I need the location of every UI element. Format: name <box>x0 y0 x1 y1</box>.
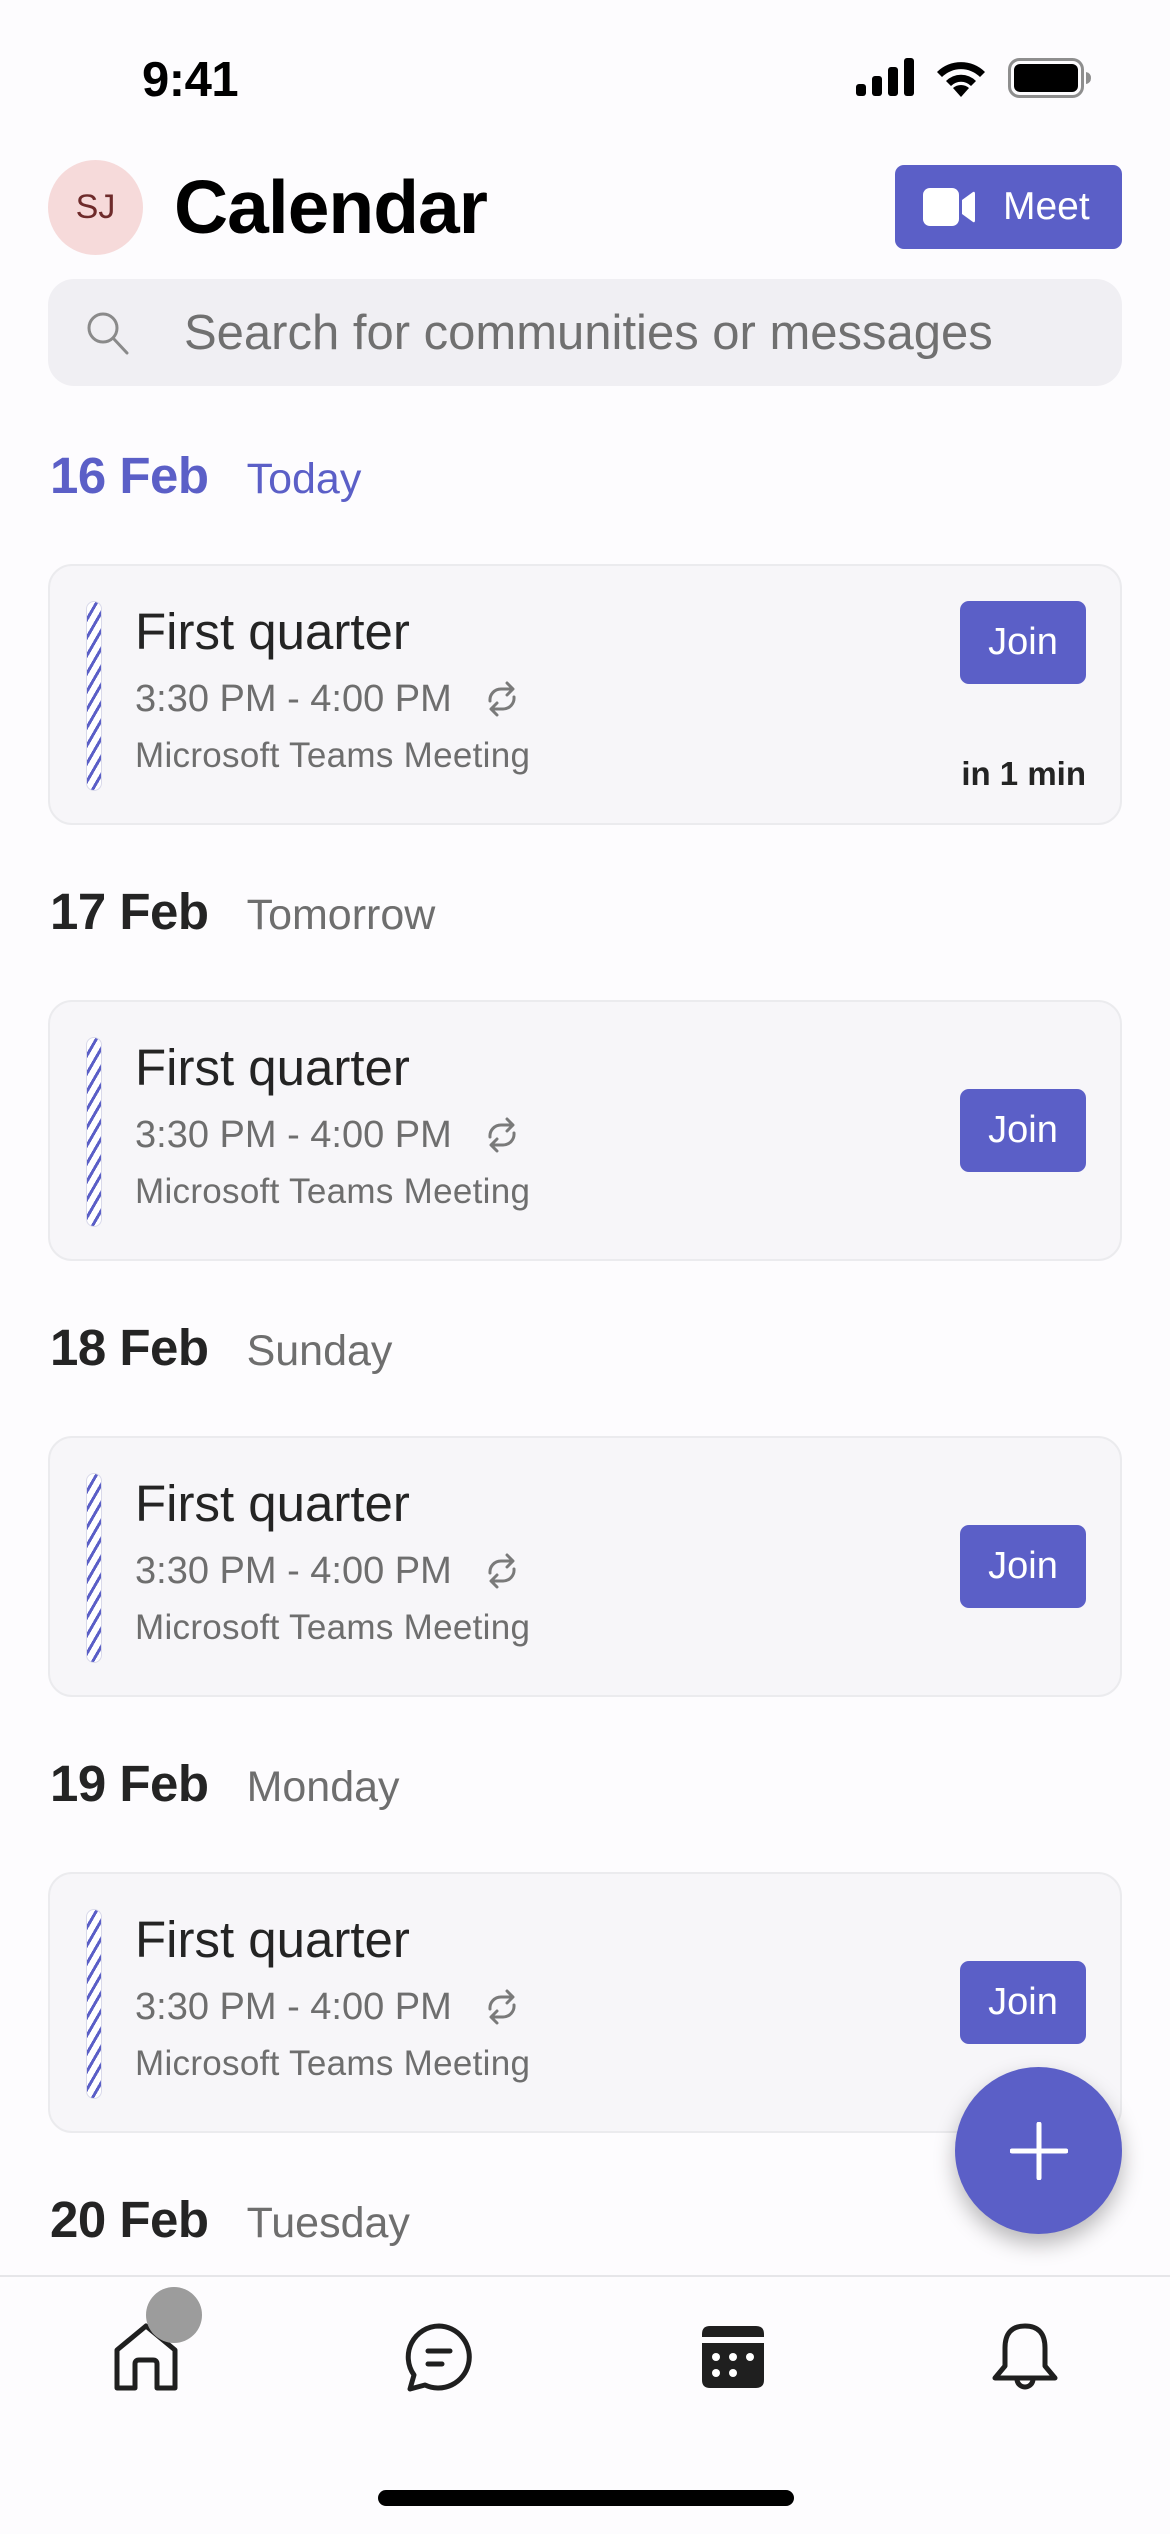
event-card[interactable]: First quarter 3:30 PM - 4:00 PM Microsof… <box>48 1000 1122 1261</box>
join-button[interactable]: Join <box>960 1525 1086 1608</box>
weekday-label: Sunday <box>246 1327 393 1375</box>
event-time: 3:30 PM - 4:00 PM <box>135 678 452 720</box>
tentative-status-stripe <box>86 601 102 791</box>
tab-chat[interactable] <box>403 2321 475 2393</box>
new-event-button[interactable] <box>955 2067 1122 2234</box>
date-header: 19 Feb Monday <box>50 1754 400 1817</box>
chat-icon <box>405 2323 472 2392</box>
event-card[interactable]: First quarter 3:30 PM - 4:00 PM Microsof… <box>48 564 1122 825</box>
event-title: First quarter <box>135 603 410 660</box>
event-time: 3:30 PM - 4:00 PM <box>135 1986 452 2028</box>
weekday-label: Monday <box>246 1763 400 1811</box>
date-label: 17 Feb <box>50 883 209 940</box>
event-time: 3:30 PM - 4:00 PM <box>135 1114 452 1156</box>
event-location: Microsoft Teams Meeting <box>135 1172 531 1211</box>
recurring-icon <box>488 1117 516 1153</box>
event-card[interactable]: First quarter 3:30 PM - 4:00 PM Microsof… <box>48 1436 1122 1697</box>
page-title: Calendar <box>174 165 488 249</box>
meet-button-label: Meet <box>1003 185 1090 228</box>
avatar[interactable]: SJ <box>48 160 143 255</box>
date-header: 20 Feb Tuesday <box>50 2190 410 2253</box>
weekday-label: Tomorrow <box>246 891 436 939</box>
event-location: Microsoft Teams Meeting <box>135 1608 531 1647</box>
tab-notifications[interactable] <box>989 2321 1061 2393</box>
search-icon <box>87 312 129 354</box>
countdown-label: in 1 min <box>961 755 1086 792</box>
plus-icon <box>1009 2121 1068 2180</box>
event-time-row: 3:30 PM - 4:00 PM <box>135 676 524 722</box>
event-location: Microsoft Teams Meeting <box>135 736 531 775</box>
weekday-label: Today <box>246 455 362 503</box>
tentative-status-stripe <box>86 1909 102 2099</box>
battery-icon <box>1008 58 1091 98</box>
weekday-label: Tuesday <box>246 2199 410 2247</box>
calendar-icon <box>702 2326 764 2388</box>
meet-button[interactable]: Meet <box>895 165 1122 249</box>
date-label: 19 Feb <box>50 1755 209 1812</box>
date-header-today: 16 Feb Today <box>50 446 361 509</box>
join-button[interactable]: Join <box>960 1961 1086 2044</box>
event-title: First quarter <box>135 1039 410 1096</box>
event-card[interactable]: First quarter 3:30 PM - 4:00 PM Microsof… <box>48 1872 1122 2133</box>
event-time-row: 3:30 PM - 4:00 PM <box>135 1112 524 1158</box>
event-location: Microsoft Teams Meeting <box>135 2044 531 2083</box>
date-label: 16 Feb <box>50 447 209 504</box>
tentative-status-stripe <box>86 1037 102 1227</box>
event-time-row: 3:30 PM - 4:00 PM <box>135 1548 524 1594</box>
search-bar[interactable] <box>48 279 1122 386</box>
search-input[interactable] <box>184 304 1084 361</box>
status-time: 9:41 <box>142 53 239 107</box>
date-label: 20 Feb <box>50 2191 209 2248</box>
home-indicator[interactable] <box>378 2490 794 2506</box>
date-header: 18 Feb Sunday <box>50 1318 392 1381</box>
date-header: 17 Feb Tomorrow <box>50 882 435 945</box>
recurring-icon <box>488 1989 516 2025</box>
cellular-signal-icon <box>856 58 914 96</box>
event-time: 3:30 PM - 4:00 PM <box>135 1550 452 1592</box>
event-title: First quarter <box>135 1475 410 1532</box>
touch-indicator <box>146 2287 202 2343</box>
bell-icon <box>992 2323 1058 2390</box>
event-time-row: 3:30 PM - 4:00 PM <box>135 1984 524 2030</box>
tentative-status-stripe <box>86 1473 102 1663</box>
tab-calendar[interactable] <box>697 2321 769 2393</box>
wifi-icon <box>937 62 985 97</box>
event-title: First quarter <box>135 1911 410 1968</box>
recurring-icon <box>488 1553 516 1589</box>
join-button[interactable]: Join <box>960 1089 1086 1172</box>
recurring-icon <box>488 681 516 717</box>
video-camera-icon <box>923 188 975 226</box>
date-label: 18 Feb <box>50 1319 209 1376</box>
join-button[interactable]: Join <box>960 601 1086 684</box>
